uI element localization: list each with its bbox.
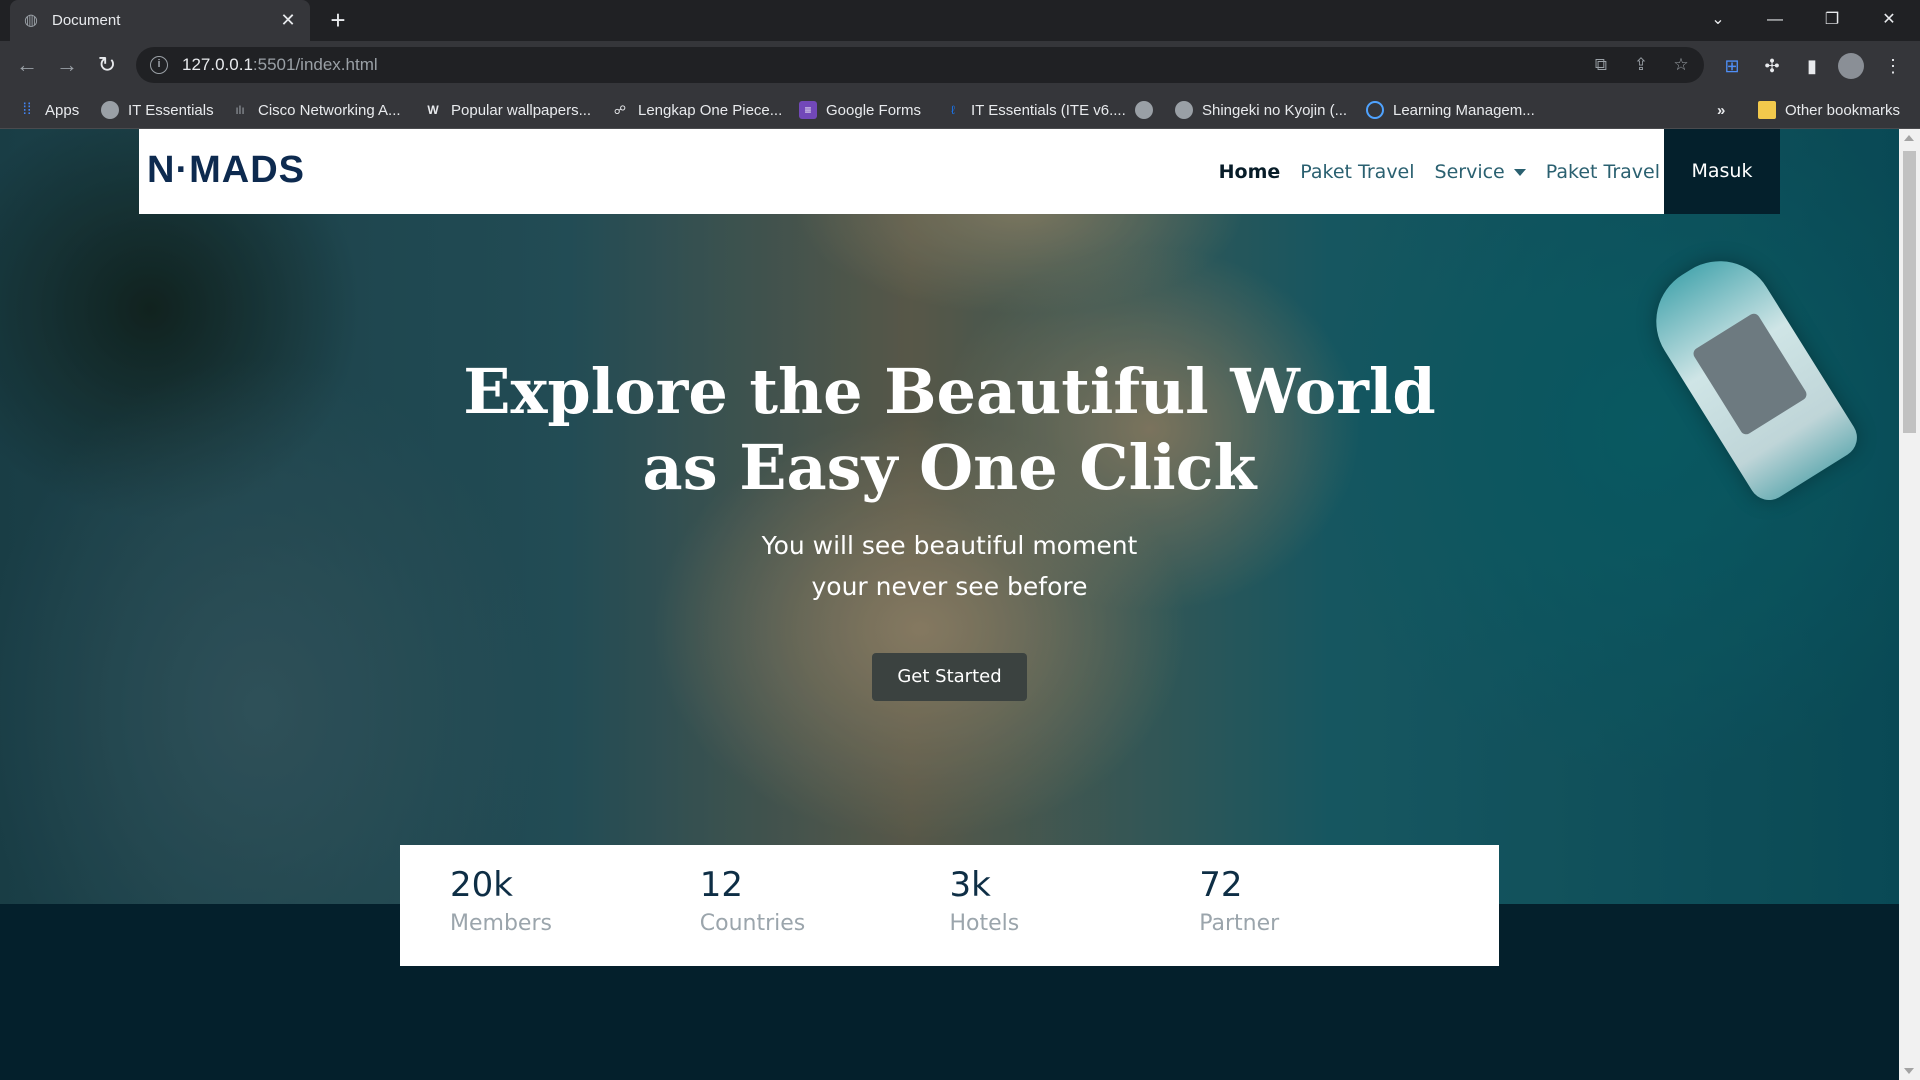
bookmark-shingeki[interactable]: Shingeki no Kyojin (... bbox=[1175, 99, 1347, 121]
scroll-up-arrow-icon[interactable] bbox=[1904, 135, 1914, 141]
stat-label: Partner bbox=[1199, 911, 1280, 936]
nav-paket-travel-2[interactable]: Paket Travel bbox=[1546, 161, 1660, 183]
stat-label: Hotels bbox=[949, 911, 1020, 936]
hero-subheadline: You will see beautiful moment your never… bbox=[0, 525, 1899, 607]
bookmark-label: Cisco Networking A... bbox=[258, 101, 401, 119]
back-button[interactable]: ← bbox=[12, 51, 42, 81]
page-viewport: N·MADS Home Paket Travel Service Paket T… bbox=[0, 129, 1899, 1080]
google-translate-extension-icon[interactable]: ⊞ bbox=[1719, 53, 1745, 79]
url-host: 127.0.0.1 bbox=[182, 55, 253, 74]
bookmark-star-icon[interactable]: ☆ bbox=[1670, 54, 1692, 76]
scrollbar-thumb[interactable] bbox=[1903, 151, 1916, 433]
stat-value: 12 bbox=[699, 865, 744, 905]
scroll-down-arrow-icon[interactable] bbox=[1904, 1068, 1914, 1074]
bookmark-label: IT Essentials bbox=[128, 101, 214, 119]
tab-title: Document bbox=[52, 12, 121, 29]
globe-icon bbox=[1135, 101, 1153, 119]
circle-icon bbox=[1366, 101, 1384, 119]
other-bookmarks[interactable]: Other bookmarks bbox=[1758, 99, 1900, 121]
reload-button[interactable]: ↻ bbox=[92, 51, 122, 81]
get-started-button[interactable]: Get Started bbox=[872, 653, 1027, 701]
bookmark-wallpapers[interactable]: W Popular wallpapers... bbox=[424, 99, 591, 121]
cisco-icon: ılı bbox=[235, 103, 245, 117]
close-tab-icon[interactable]: ✕ bbox=[278, 10, 298, 31]
stat-value: 72 bbox=[1199, 865, 1243, 905]
stat-hotels: 3k Hotels bbox=[950, 845, 1200, 966]
bookmark-globe[interactable] bbox=[1135, 99, 1162, 121]
caret-down-icon bbox=[1513, 168, 1526, 176]
bookmark-label: IT Essentials (ITE v6.... bbox=[971, 101, 1126, 119]
nav-service-dropdown[interactable]: Service bbox=[1435, 161, 1526, 183]
bookmark-label: Lengkap One Piece... bbox=[638, 101, 783, 119]
stats-panel: 20k Members 12 Countries 3k Hotels 72 Pa… bbox=[400, 845, 1499, 966]
stat-members: 20k Members bbox=[450, 845, 700, 966]
subheadline-line-2: your never see before bbox=[811, 572, 1088, 601]
browser-tab[interactable]: ◍ Document ✕ bbox=[10, 0, 310, 41]
share-icon[interactable]: ⇪ bbox=[1630, 54, 1652, 76]
forward-button[interactable]: → bbox=[52, 51, 82, 81]
w-icon: W bbox=[427, 103, 439, 117]
login-button[interactable]: Masuk bbox=[1664, 129, 1780, 214]
translate-icon[interactable]: ⧉ bbox=[1590, 54, 1612, 76]
stat-label: Members bbox=[450, 911, 552, 936]
menu-dots-icon[interactable]: ⋮ bbox=[1880, 53, 1906, 79]
bookmark-label: Learning Managem... bbox=[1393, 101, 1535, 119]
globe-icon: ◍ bbox=[24, 11, 38, 29]
bookmark-one-piece[interactable]: ☍ Lengkap One Piece... bbox=[611, 99, 782, 121]
site-navbar: N·MADS Home Paket Travel Service Paket T… bbox=[139, 129, 1780, 214]
extensions-puzzle-icon[interactable]: ✣ bbox=[1759, 53, 1785, 79]
hero-background-image bbox=[0, 129, 1899, 904]
nav-links: Home Paket Travel Service Paket Travel bbox=[1219, 129, 1660, 214]
bookmark-ite-v6[interactable]: ℓ IT Essentials (ITE v6.... bbox=[944, 99, 1126, 121]
headline-line-1: Explore the Beautiful World bbox=[463, 355, 1436, 428]
bookmark-cisco[interactable]: ılı Cisco Networking A... bbox=[231, 99, 401, 121]
bookmark-label: Google Forms bbox=[826, 101, 922, 119]
browser-toolbar: ← → ↻ i 127.0.0.1:5501/index.html ⧉ ⇪ ☆ … bbox=[0, 41, 1920, 89]
bookmark-lms[interactable]: Learning Managem... bbox=[1366, 99, 1535, 121]
stat-partner: 72 Partner bbox=[1199, 845, 1449, 966]
figure-icon: ☍ bbox=[613, 103, 627, 117]
close-window-button[interactable]: ✕ bbox=[1861, 0, 1917, 41]
other-bookmarks-label: Other bookmarks bbox=[1785, 101, 1901, 119]
bookmarks-overflow-button[interactable]: » bbox=[1717, 99, 1725, 121]
headline-line-2: as Easy One Click bbox=[642, 431, 1257, 504]
forms-icon: ≡ bbox=[799, 101, 817, 119]
minimize-button[interactable]: — bbox=[1747, 0, 1803, 41]
stat-label: Countries bbox=[699, 911, 806, 936]
stat-countries: 12 Countries bbox=[700, 845, 950, 966]
globe-icon bbox=[101, 101, 119, 119]
restore-button[interactable]: ❐ bbox=[1804, 0, 1860, 41]
tab-strip: ◍ Document ✕ + ⌄ — ❐ ✕ bbox=[0, 0, 1920, 41]
bookmark-it-essentials[interactable]: IT Essentials bbox=[101, 99, 214, 121]
link-icon: ℓ bbox=[951, 103, 955, 117]
folder-icon bbox=[1758, 101, 1776, 119]
bookmark-google-forms[interactable]: ≡ Google Forms bbox=[799, 99, 921, 121]
nav-home[interactable]: Home bbox=[1219, 161, 1281, 183]
bookmark-label: Shingeki no Kyojin (... bbox=[1202, 101, 1348, 119]
profile-avatar[interactable] bbox=[1838, 53, 1864, 79]
brand-logo[interactable]: N·MADS bbox=[147, 149, 305, 192]
url-path: :5501/index.html bbox=[252, 55, 378, 74]
bookmark-apps[interactable]: ⁞⁞ Apps bbox=[18, 99, 80, 121]
nav-service-label: Service bbox=[1434, 160, 1505, 183]
bookmark-label: Apps bbox=[45, 101, 80, 119]
side-panel-icon[interactable]: ▮ bbox=[1799, 53, 1825, 79]
page-scrollbar[interactable] bbox=[1899, 129, 1920, 1080]
nav-paket-travel[interactable]: Paket Travel bbox=[1300, 161, 1414, 183]
bookmark-label: Popular wallpapers... bbox=[451, 101, 592, 119]
apps-grid-icon: ⁞⁞ bbox=[22, 101, 32, 118]
tab-search-icon[interactable]: ⌄ bbox=[1690, 0, 1746, 41]
stat-value: 20k bbox=[450, 865, 513, 905]
site-info-icon[interactable]: i bbox=[150, 56, 168, 74]
hero-section: N·MADS Home Paket Travel Service Paket T… bbox=[0, 129, 1899, 904]
stat-value: 3k bbox=[949, 865, 991, 905]
subheadline-line-1: You will see beautiful moment bbox=[761, 531, 1138, 560]
new-tab-button[interactable]: + bbox=[323, 6, 353, 36]
hero-headline: Explore the Beautiful World as Easy One … bbox=[0, 354, 1899, 506]
globe-icon bbox=[1175, 101, 1193, 119]
address-bar[interactable]: i 127.0.0.1:5501/index.html ⧉ ⇪ ☆ bbox=[136, 47, 1704, 83]
bookmarks-bar: ⁞⁞ Apps IT Essentials ılı Cisco Networki… bbox=[0, 89, 1920, 129]
